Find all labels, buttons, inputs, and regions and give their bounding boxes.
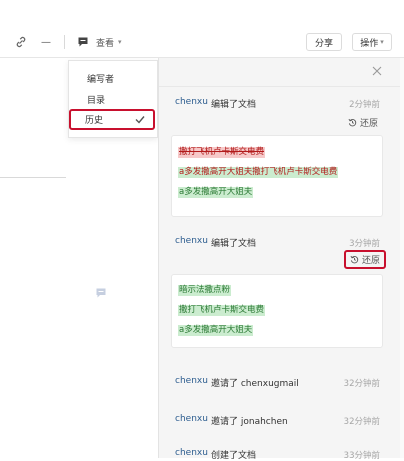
diff-line: 撒打飞机卢卡斯交电费: [178, 147, 266, 158]
entry-time: 2分钟前: [349, 100, 380, 110]
comment-icon[interactable]: [95, 287, 107, 299]
diff-card: 暗示法撒点粉 撒打飞机卢卡斯交电费 a多发撒高开大姐夫: [171, 274, 383, 348]
menu-item-authors[interactable]: 编写者: [69, 69, 157, 87]
entry-time: 32分钟前: [343, 379, 380, 389]
entry-time: 32分钟前: [343, 417, 380, 427]
view-menu-button[interactable]: 查看 ▾: [96, 35, 136, 49]
operate-button[interactable]: 操作 ▾: [352, 33, 392, 51]
entry-action: 创建了文档: [211, 451, 257, 461]
share-button[interactable]: 分享: [306, 33, 342, 51]
diff-line: a多发撒高开大姐夫: [178, 187, 254, 198]
entry-action: 编辑了文档: [211, 100, 257, 110]
entry-time: 3分钟前: [349, 239, 380, 249]
history-panel: chenxu 编辑了文档 2分钟前 还原 撒打飞机卢卡斯交电费 a多发撒高开大姐…: [158, 58, 401, 461]
panel-header-divider: [159, 86, 401, 87]
entry-user[interactable]: chenxu: [175, 448, 208, 458]
history-restore-icon: [348, 118, 357, 127]
toolbar: — 查看 ▾ 分享 操作 ▾: [0, 27, 404, 58]
history-restore-icon: [350, 255, 359, 264]
check-icon: [135, 116, 145, 124]
restore-button[interactable]: 还原: [343, 250, 386, 269]
diff-line: a多发撒高开大姐夫撒打飞机卢卡斯交电费: [178, 167, 339, 178]
link-icon[interactable]: [14, 35, 28, 49]
diff-line: a多发撒高开大姐夫: [178, 325, 254, 336]
entry-time: 33分钟前: [343, 451, 380, 461]
toolbar-divider: [64, 35, 65, 49]
minus-button[interactable]: —: [40, 35, 52, 49]
restore-label: 还原: [359, 119, 378, 129]
entry-user[interactable]: chenxu: [175, 376, 208, 386]
entry-action: 编辑了文档: [211, 239, 257, 249]
comment-icon[interactable]: [76, 35, 90, 49]
operate-label: 操作: [360, 38, 379, 49]
chevron-down-icon: ▾: [118, 38, 122, 46]
scrollbar-track[interactable]: [400, 58, 404, 458]
view-dropdown: 编写者 目录 历史: [68, 60, 158, 138]
entry-action: 邀请了 chenxugmail: [211, 379, 299, 389]
diff-line: 撒打飞机卢卡斯交电费: [178, 305, 266, 316]
restore-button[interactable]: 还原: [348, 116, 378, 129]
entry-user[interactable]: chenxu: [175, 414, 208, 424]
entry-action: 邀请了 jonahchen: [211, 417, 288, 427]
menu-item-history-label: 历史: [85, 116, 104, 126]
chevron-down-icon: ▾: [380, 38, 384, 46]
menu-item-toc[interactable]: 目录: [69, 90, 157, 108]
entry-user[interactable]: chenxu: [175, 97, 208, 107]
entry-user[interactable]: chenxu: [175, 236, 208, 246]
close-icon[interactable]: [372, 66, 382, 76]
diff-line: 暗示法撒点粉: [178, 285, 232, 296]
restore-label: 还原: [361, 256, 380, 266]
doc-divider: [0, 177, 66, 178]
diff-card: 撒打飞机卢卡斯交电费 a多发撒高开大姐夫撒打飞机卢卡斯交电费 a多发撒高开大姐夫: [171, 135, 383, 217]
menu-item-history[interactable]: 历史: [69, 109, 155, 130]
view-label: 查看: [96, 38, 115, 49]
